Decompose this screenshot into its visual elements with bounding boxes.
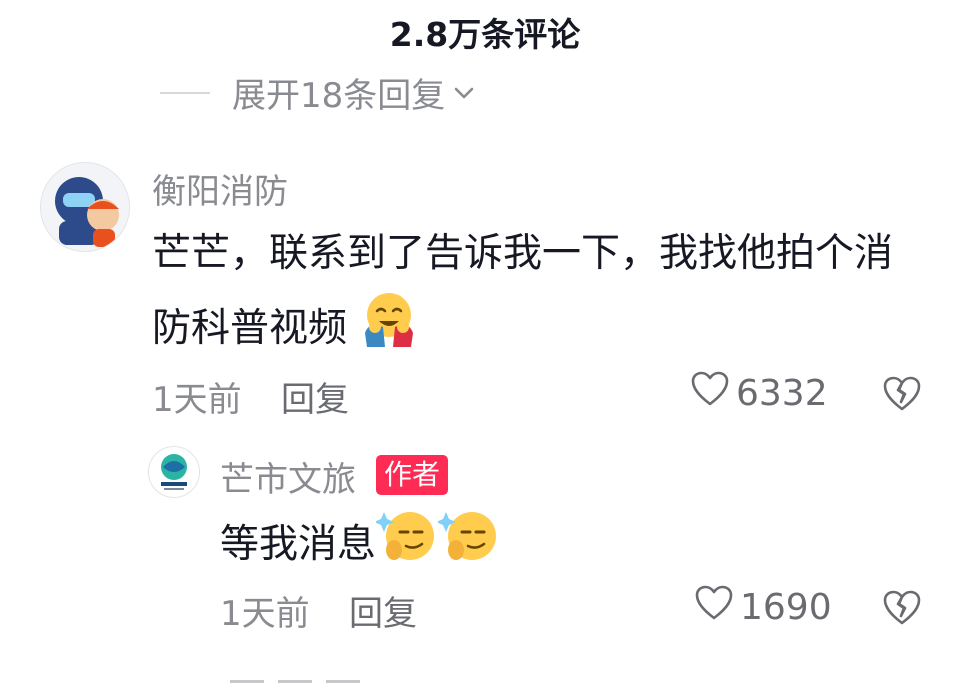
reply-button[interactable]: 回复 <box>349 586 417 635</box>
comments-count-title: 2.8万条评论 <box>389 15 581 54</box>
heart-icon <box>690 370 736 417</box>
comment-time: 1天前 <box>220 594 310 634</box>
divider-line <box>160 91 210 94</box>
comment-username[interactable]: 芒市文旅 <box>220 452 356 501</box>
like-button[interactable]: 6332 <box>690 370 828 417</box>
dislike-button[interactable] <box>882 375 922 417</box>
like-count: 1690 <box>740 587 832 628</box>
comment-username[interactable]: 衡阳消防 <box>152 164 288 213</box>
chevron-down-icon <box>451 75 477 115</box>
broken-heart-icon <box>882 590 922 631</box>
comment-text: 芒芒，联系到了告诉我一下，我找他拍个消防科普视频 <box>152 218 922 372</box>
avatar[interactable] <box>148 446 200 498</box>
partial-next-row <box>230 668 430 688</box>
comment-text: 等我消息 <box>220 504 500 589</box>
hugging-face-emoji <box>359 289 419 372</box>
broken-heart-icon <box>882 376 922 417</box>
heart-icon <box>694 584 740 631</box>
smirk-sparkle-emoji <box>374 504 438 589</box>
author-badge: 作者 <box>376 455 449 495</box>
expand-replies-button[interactable]: 展开18条回复 <box>160 68 477 117</box>
comment-text-content: 芒芒，联系到了告诉我一下，我找他拍个消防科普视频 <box>152 231 894 351</box>
comment-text-content: 等我消息 <box>220 522 377 567</box>
like-count: 6332 <box>736 373 828 414</box>
reply-button[interactable]: 回复 <box>281 372 349 421</box>
expand-replies-label: 展开18条回复 <box>232 76 446 116</box>
comment-time: 1天前 <box>152 380 242 420</box>
smirk-sparkle-emoji <box>436 504 500 589</box>
dislike-button[interactable] <box>882 589 922 631</box>
avatar[interactable] <box>40 162 130 252</box>
like-button[interactable]: 1690 <box>694 584 832 631</box>
